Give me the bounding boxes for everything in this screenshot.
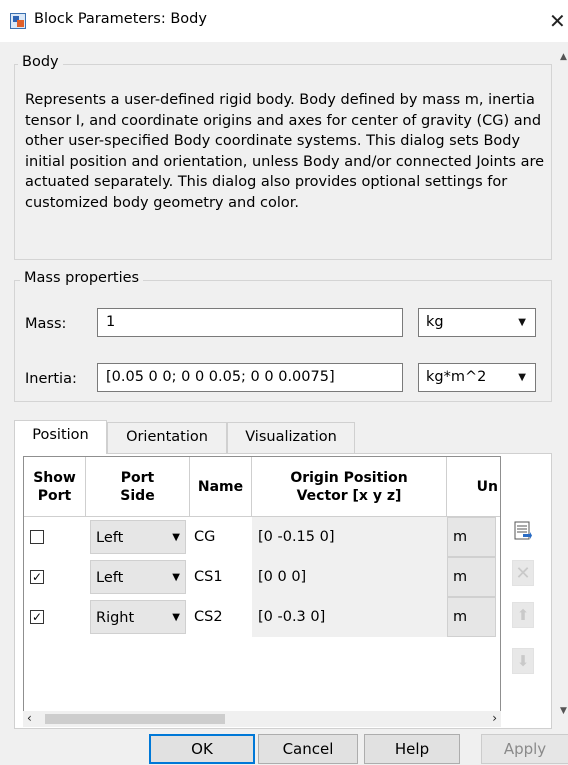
unit-dropdown[interactable]: m xyxy=(447,557,496,597)
port-side-dropdown[interactable]: Left ▼ xyxy=(90,520,186,554)
mass-label: Mass: xyxy=(25,316,67,332)
tab-position[interactable]: Position xyxy=(14,420,107,454)
chevron-down-icon: ▼ xyxy=(518,317,526,328)
table-row: ✓ Left ▼ CS1 [0 0 0] m xyxy=(24,557,500,597)
delete-row-button[interactable]: ✕ xyxy=(512,560,534,586)
inertia-input[interactable]: [0.05 0 0; 0 0 0.05; 0 0 0.0075] xyxy=(97,363,403,392)
simulink-block-icon xyxy=(10,13,26,29)
move-up-icon: ⬆ xyxy=(516,606,530,624)
table-row: ✓ Right ▼ CS2 [0 -0.3 0] m xyxy=(24,597,500,637)
port-side-value: Left xyxy=(96,570,124,586)
body-group-label: Body xyxy=(18,54,63,70)
origin-vector-input[interactable]: [0 -0.3 0] xyxy=(252,597,447,637)
inertia-unit-dropdown[interactable]: kg*m^2 ▼ xyxy=(418,363,536,392)
scroll-left-icon[interactable]: ‹ xyxy=(27,711,32,725)
inertia-label: Inertia: xyxy=(25,371,77,387)
tab-orientation[interactable]: Orientation xyxy=(107,422,227,453)
port-side-dropdown[interactable]: Right ▼ xyxy=(90,600,186,634)
tab-visualization[interactable]: Visualization xyxy=(227,422,355,453)
title-bar: Block Parameters: Body ✕ xyxy=(0,0,568,42)
show-port-checkbox[interactable]: ✓ xyxy=(30,610,44,624)
chevron-down-icon: ▼ xyxy=(172,532,180,543)
inertia-unit-value: kg*m^2 xyxy=(426,369,487,385)
cancel-button[interactable]: Cancel xyxy=(258,734,358,764)
origin-vector-input[interactable]: [0 0 0] xyxy=(252,557,447,597)
port-table: Show Port Port Side Name Origin Position… xyxy=(23,456,501,727)
body-description: Represents a user-defined rigid body. Bo… xyxy=(25,92,545,211)
unit-dropdown[interactable]: m xyxy=(447,597,496,637)
add-row-icon xyxy=(514,521,532,540)
unit-dropdown[interactable]: m xyxy=(447,517,496,557)
col-show-port-header: Show Port xyxy=(24,457,86,517)
window-title: Block Parameters: Body xyxy=(34,11,207,27)
chevron-down-icon: ▼ xyxy=(172,612,180,623)
scroll-up-icon[interactable]: ▲ xyxy=(560,52,567,62)
scroll-right-icon[interactable]: › xyxy=(492,711,497,725)
show-port-checkbox[interactable]: ✓ xyxy=(30,570,44,584)
col-name-header: Name xyxy=(190,457,252,517)
move-down-button[interactable]: ⬇ xyxy=(512,648,534,674)
apply-button[interactable]: Apply xyxy=(481,734,568,764)
origin-vector-input[interactable]: [0 -0.15 0] xyxy=(252,517,447,557)
port-side-dropdown[interactable]: Left ▼ xyxy=(90,560,186,594)
table-horizontal-scrollbar[interactable]: ‹ › xyxy=(23,711,501,727)
add-row-button[interactable] xyxy=(512,518,534,544)
port-name: CS1 xyxy=(194,569,223,585)
port-side-value: Left xyxy=(96,530,124,546)
scrollbar-thumb[interactable] xyxy=(45,714,225,724)
mass-input[interactable]: 1 xyxy=(97,308,403,337)
mass-unit-value: kg xyxy=(426,314,444,330)
scroll-down-icon[interactable]: ▼ xyxy=(560,706,567,716)
move-up-button[interactable]: ⬆ xyxy=(512,602,534,628)
help-button[interactable]: Help xyxy=(364,734,460,764)
port-side-value: Right xyxy=(96,610,135,626)
port-name: CS2 xyxy=(194,609,223,625)
mass-unit-dropdown[interactable]: kg ▼ xyxy=(418,308,536,337)
col-port-side-header: Port Side xyxy=(86,457,190,517)
port-name: CG xyxy=(194,529,216,545)
col-units-header: Un xyxy=(447,457,500,517)
table-row: Left ▼ CG [0 -0.15 0] m xyxy=(24,517,500,557)
chevron-down-icon: ▼ xyxy=(172,572,180,583)
close-icon[interactable]: ✕ xyxy=(549,8,568,34)
show-port-checkbox[interactable] xyxy=(30,530,44,544)
ok-button[interactable]: OK xyxy=(149,734,255,764)
mass-properties-label: Mass properties xyxy=(20,270,144,286)
chevron-down-icon: ▼ xyxy=(518,372,526,383)
delete-row-icon: ✕ xyxy=(515,562,531,584)
col-origin-header: Origin Position Vector [x y z] xyxy=(252,457,447,517)
move-down-icon: ⬇ xyxy=(516,652,530,670)
